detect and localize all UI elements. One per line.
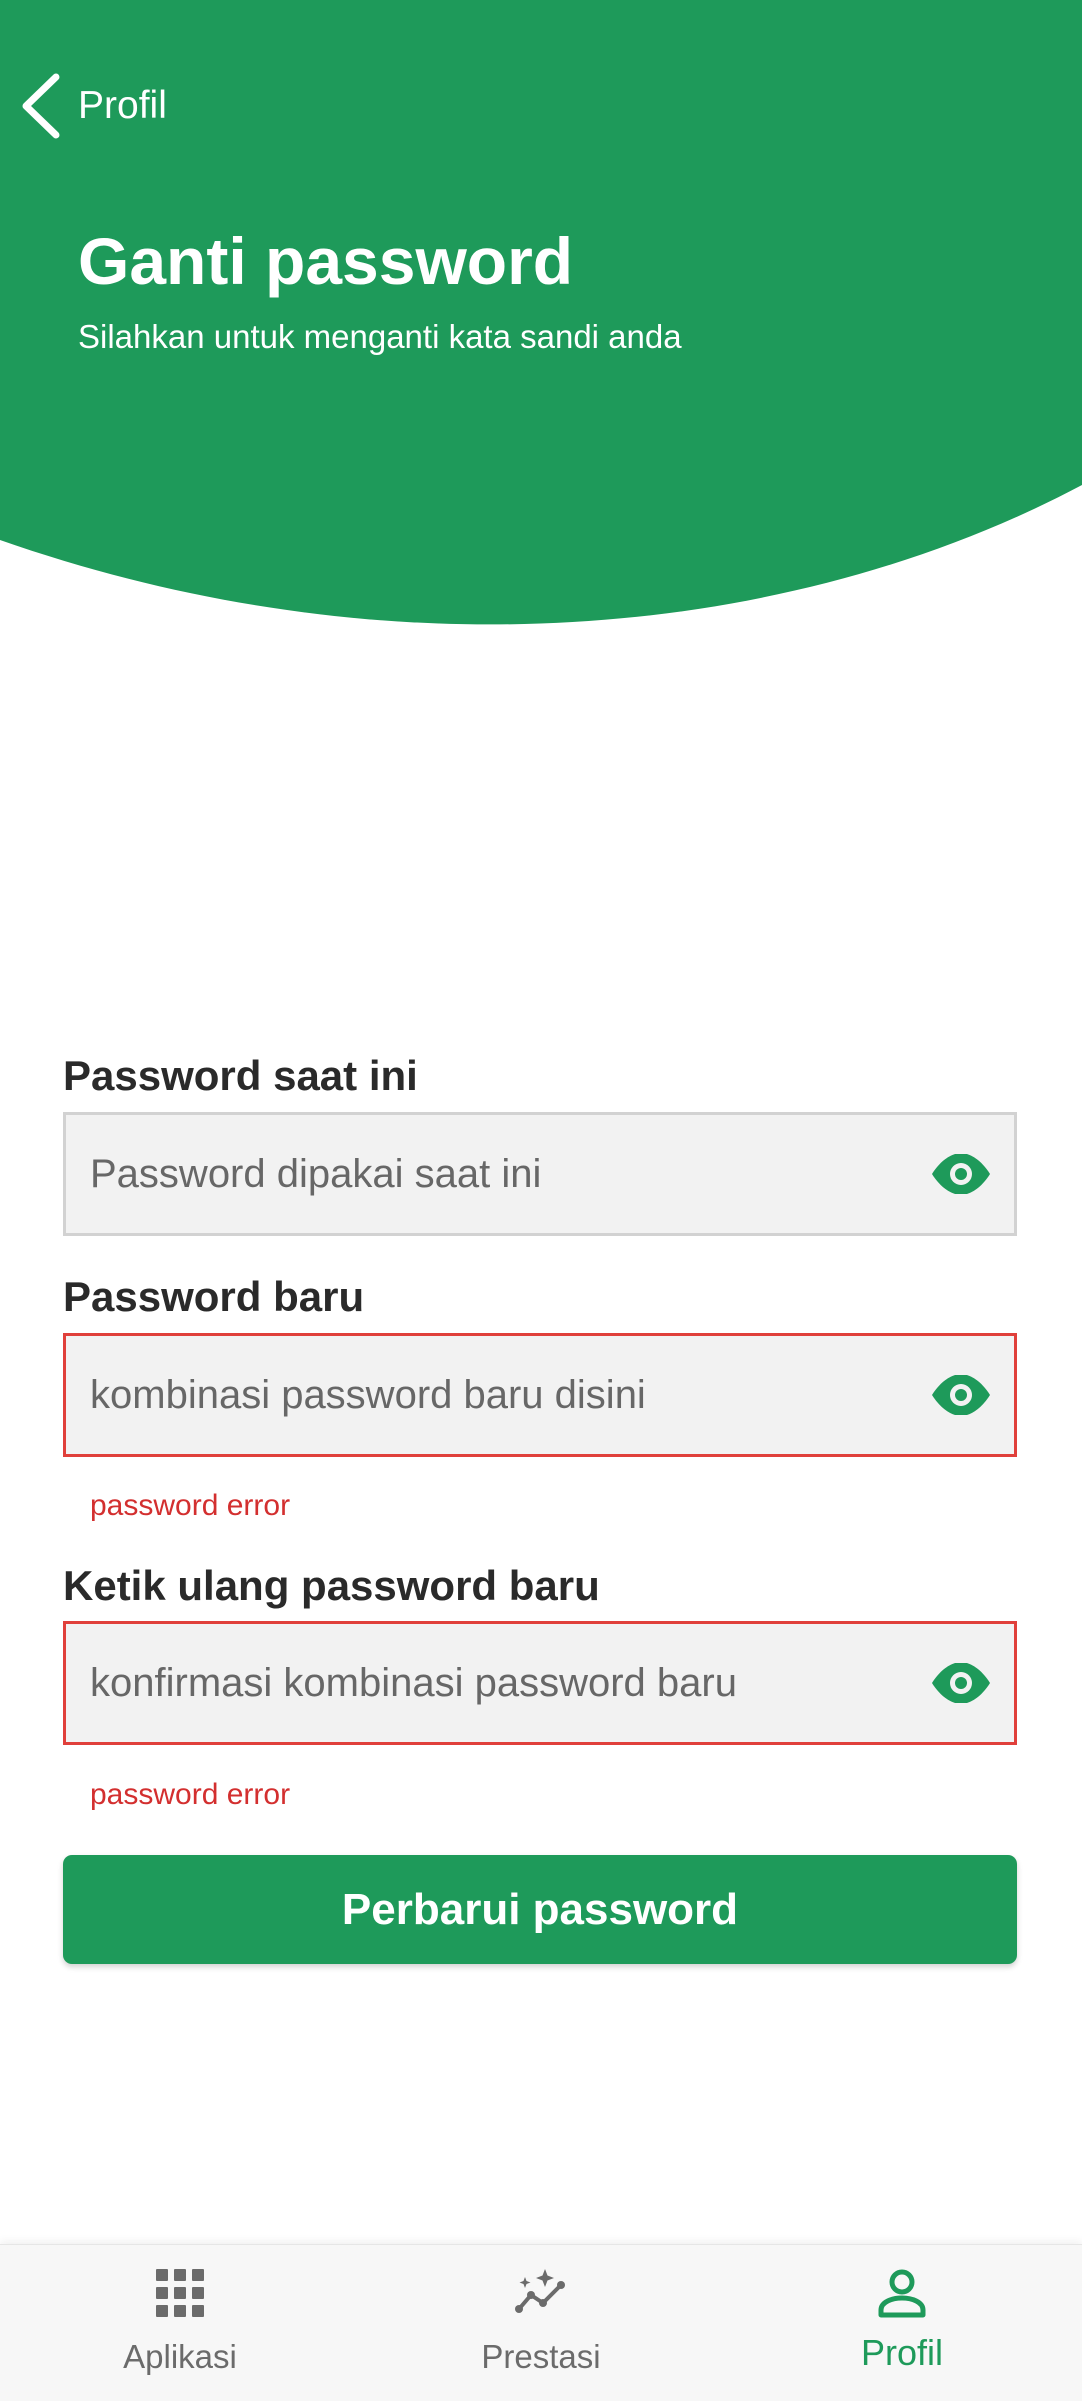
new-password-label: Password baru — [63, 1273, 365, 1320]
person-icon — [878, 2269, 926, 2318]
nav-label-aplikasi: Aplikasi — [123, 2338, 237, 2375]
back-label: Profil — [78, 84, 167, 127]
current-password-input[interactable] — [66, 1115, 930, 1233]
new-password-error: password error — [90, 1489, 291, 1522]
bottom-navigation: Aplikasi Prestasi Profil — [0, 2244, 1082, 2401]
nav-item-aplikasi[interactable]: Aplikasi — [30, 2245, 330, 2401]
current-password-label: Password saat ini — [63, 1052, 418, 1099]
nav-item-prestasi[interactable]: Prestasi — [391, 2245, 691, 2401]
nav-label-profil: Profil — [860, 2332, 944, 2373]
eye-icon[interactable] — [930, 1375, 992, 1415]
nav-label-prestasi: Prestasi — [481, 2338, 601, 2375]
page-title: Ganti password — [78, 224, 574, 298]
chevron-left-icon — [22, 73, 60, 139]
new-password-field — [63, 1333, 1017, 1457]
back-button[interactable]: Profil — [18, 68, 167, 144]
page-subtitle: Silahkan untuk menganti kata sandi anda — [78, 318, 682, 355]
nav-item-profil[interactable]: Profil — [752, 2245, 1052, 2401]
apps-grid-icon — [156, 2269, 204, 2317]
confirm-password-field — [63, 1621, 1017, 1745]
current-password-field — [63, 1112, 1017, 1236]
confirm-password-error: password error — [90, 1778, 291, 1811]
confirm-password-label: Ketik ulang password baru — [63, 1562, 600, 1609]
eye-icon[interactable] — [930, 1154, 992, 1194]
eye-icon[interactable] — [930, 1663, 992, 1703]
update-password-button[interactable]: Perbarui password — [63, 1855, 1017, 1964]
trend-sparkle-icon — [515, 2269, 565, 2313]
new-password-input[interactable] — [66, 1336, 930, 1454]
confirm-password-input[interactable] — [66, 1624, 930, 1742]
